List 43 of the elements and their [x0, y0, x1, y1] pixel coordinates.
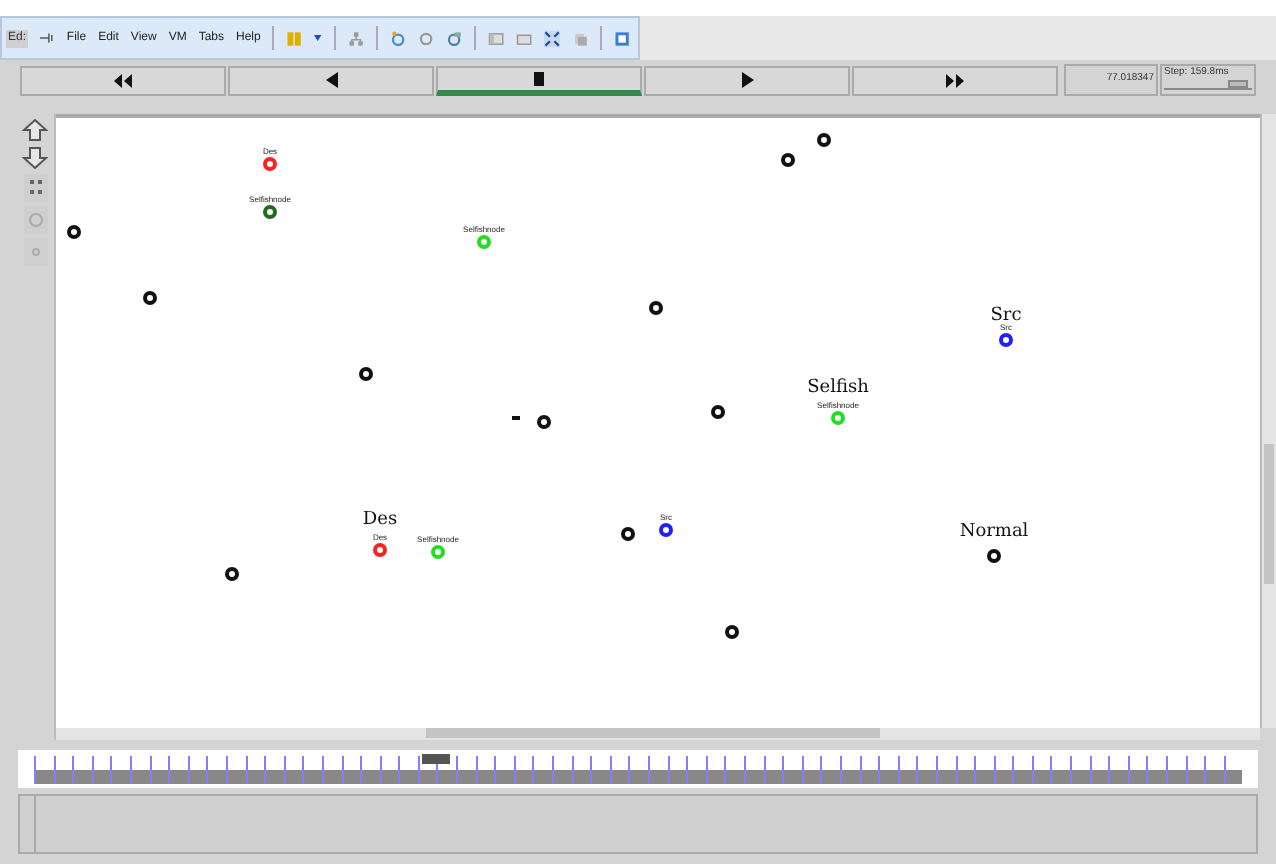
node[interactable] — [781, 153, 795, 167]
console-icon[interactable] — [613, 27, 630, 49]
node[interactable] — [477, 235, 491, 249]
stop-icon — [534, 71, 544, 85]
annotation-label: Src — [990, 306, 1022, 326]
timeline[interactable] — [18, 750, 1258, 788]
node[interactable] — [359, 367, 373, 381]
annotation-label: Des — [362, 510, 398, 530]
node[interactable] — [659, 523, 673, 537]
node[interactable] — [987, 549, 1001, 563]
fast-forward-icon — [946, 73, 964, 87]
zoom-in-icon[interactable] — [22, 118, 48, 142]
network-icon[interactable] — [347, 27, 364, 49]
step-back-icon — [325, 72, 337, 88]
node[interactable] — [225, 567, 239, 581]
fullscreen-icon[interactable] — [543, 27, 560, 49]
vertical-scrollbar[interactable] — [1260, 114, 1276, 728]
node[interactable] — [373, 543, 387, 557]
caret-icon[interactable] — [314, 34, 322, 42]
transport-button[interactable] — [436, 65, 642, 95]
horizontal-scrollbar[interactable] — [56, 728, 1260, 740]
refresh-icon[interactable] — [389, 27, 406, 49]
panel-icon[interactable] — [487, 27, 504, 49]
circle-icon[interactable] — [417, 27, 434, 49]
node[interactable] — [143, 291, 157, 305]
zoom-out-icon[interactable] — [22, 146, 48, 170]
node[interactable] — [711, 405, 725, 419]
node[interactable] — [817, 133, 831, 147]
node[interactable] — [999, 333, 1013, 347]
annotation-label: Selfish — [807, 378, 869, 398]
node[interactable] — [431, 545, 445, 559]
node[interactable] — [537, 415, 551, 429]
node[interactable] — [725, 625, 739, 639]
slider-thumb[interactable] — [1228, 80, 1249, 88]
play-icon — [741, 72, 753, 88]
node[interactable] — [263, 205, 277, 219]
node[interactable] — [67, 225, 81, 239]
rewind-icon — [114, 73, 132, 87]
annotation-label: Normal — [959, 522, 1029, 542]
node[interactable] — [831, 411, 845, 425]
node[interactable] — [621, 527, 635, 541]
node[interactable] — [649, 301, 663, 315]
node[interactable] — [263, 157, 277, 171]
